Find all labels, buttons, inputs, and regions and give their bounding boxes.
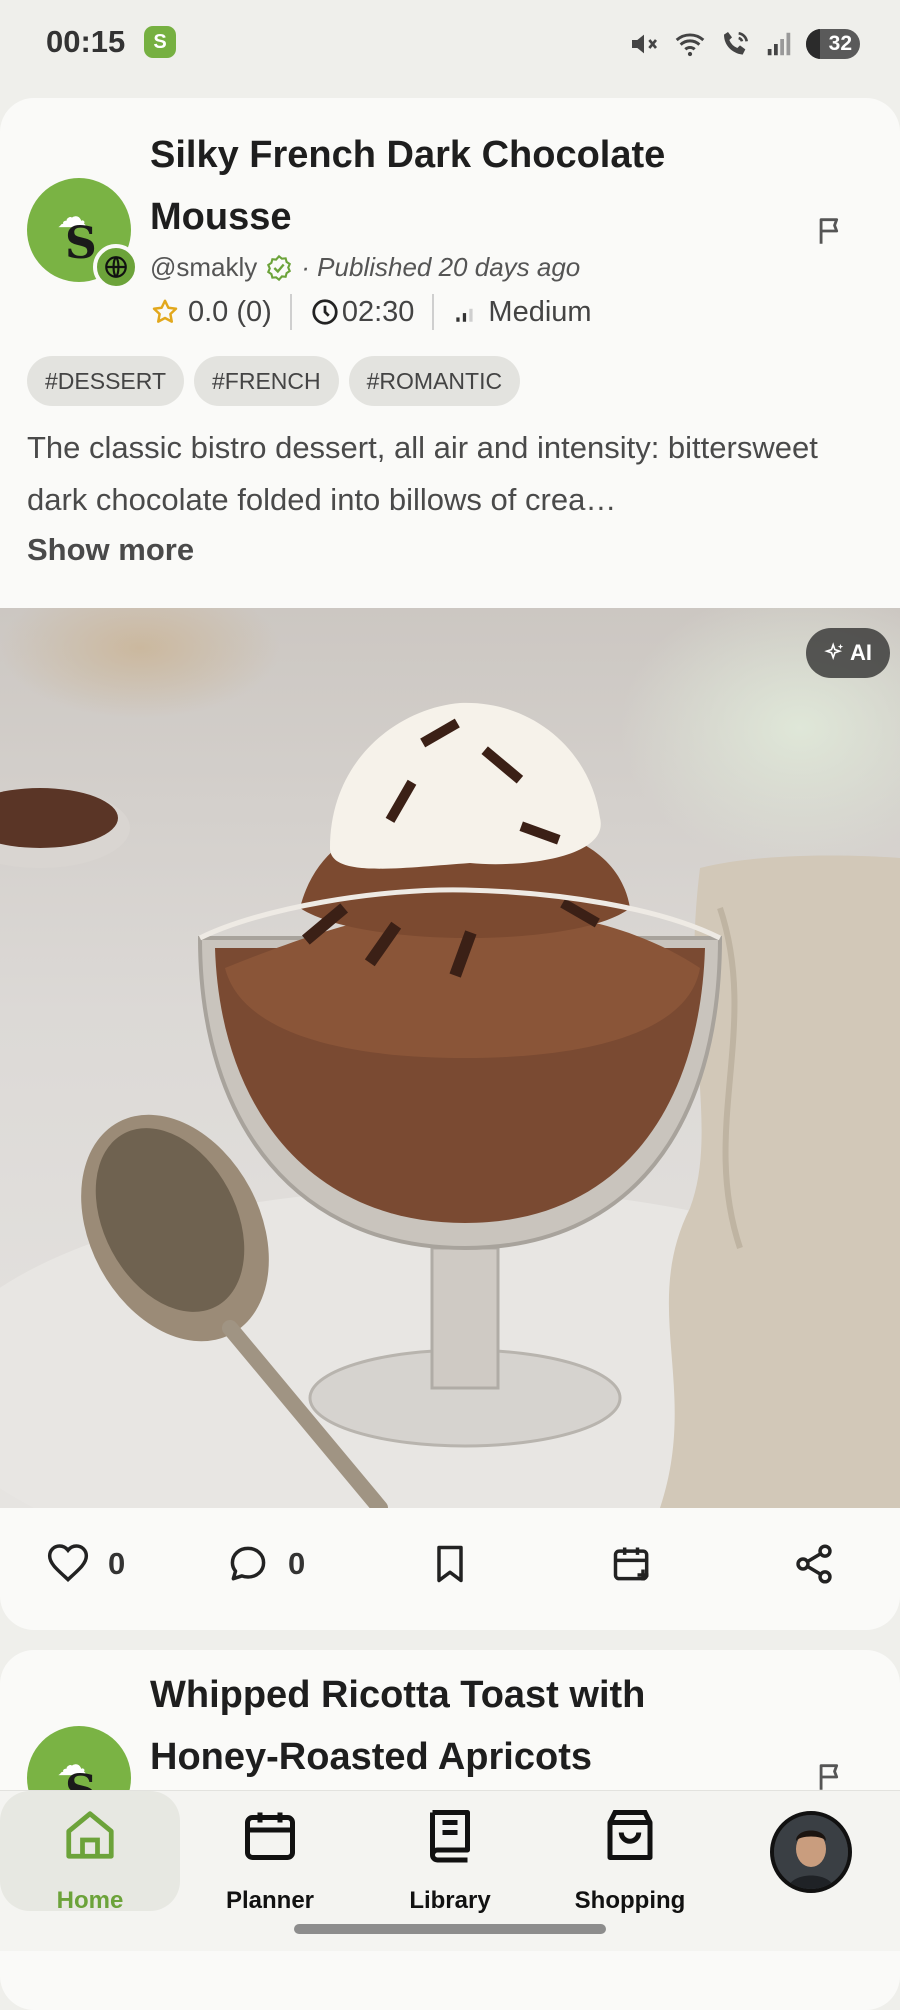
author-handle[interactable]: @smakly (150, 252, 257, 283)
recipe-title[interactable]: Whipped Ricotta Toast with Honey-Roasted… (150, 1664, 750, 1788)
nav-label: Home (56, 1887, 124, 1914)
tag-chip[interactable]: #DESSERT (27, 356, 185, 406)
nav-label: Library (409, 1887, 491, 1914)
tag-chip[interactable]: #FRENCH (194, 356, 339, 406)
like-button[interactable]: 0 (46, 1542, 125, 1586)
author-avatar[interactable]: ☁ S (27, 178, 139, 290)
difficulty-level: Medium (488, 295, 592, 328)
recipe-card[interactable]: ☁ S Silky French Dark Chocolate Mousse @… (0, 98, 900, 1630)
description-text: The classic bistro dessert, all air and … (27, 430, 818, 517)
calendar-add-icon (613, 1547, 649, 1581)
shopping-bag-icon (607, 1810, 653, 1860)
recipe-title[interactable]: Silky French Dark Chocolate Mousse (150, 124, 710, 248)
ai-badge-label: AI (850, 640, 872, 665)
globe-icon (93, 244, 139, 290)
divider (432, 294, 435, 330)
nav-label: Planner (225, 1887, 315, 1914)
ai-badge[interactable]: AI (806, 628, 890, 678)
recipe-description: The classic bistro dessert, all air and … (27, 422, 875, 526)
recipe-photo[interactable]: AI (0, 608, 900, 1508)
mute-icon (632, 34, 658, 54)
status-time: 00:15 (46, 24, 126, 59)
nav-library[interactable]: Library (360, 1791, 540, 1914)
star-icon (152, 299, 178, 323)
home-indicator[interactable] (294, 1924, 606, 1934)
bookmark-icon (437, 1545, 463, 1583)
comment-button[interactable]: 0 (226, 1542, 305, 1586)
recipe-meta: 0.0 (0) 02:30 Medium (150, 294, 592, 330)
like-count: 0 (108, 1546, 126, 1581)
verified-icon (267, 254, 292, 281)
book-icon (430, 1810, 470, 1863)
profile-photo (774, 1815, 848, 1889)
battery-indicator: 32 (806, 29, 860, 59)
comment-icon (230, 1546, 266, 1581)
mousse-illustration (0, 702, 900, 1508)
calendar-icon (245, 1812, 295, 1860)
status-bar: 00:15 S 32 (0, 0, 900, 90)
author-row: @smakly · Published 20 days ago (150, 252, 580, 283)
rating-value: 0.0 (0) (188, 295, 272, 328)
tag-list: #DESSERT #FRENCH #ROMANTIC (27, 356, 521, 406)
share-button[interactable] (792, 1542, 836, 1586)
action-bar: 0 0 (0, 1508, 900, 1628)
clock-icon (312, 299, 338, 325)
tag-chip[interactable]: #ROMANTIC (348, 356, 521, 406)
signal-icon (767, 32, 791, 56)
report-flag-icon[interactable] (814, 214, 848, 248)
published-date: · Published 20 days ago (301, 252, 581, 282)
recipe-title-line2: Mousse (150, 196, 292, 238)
app-notification-icon: S (144, 26, 176, 58)
bookmark-button[interactable] (428, 1542, 472, 1586)
heart-icon (47, 1544, 89, 1582)
nav-shopping[interactable]: Shopping (540, 1791, 720, 1914)
wifi-calling-icon (724, 32, 748, 55)
nav-home[interactable]: Home (0, 1791, 180, 1914)
recipe-title-line1: Whipped Ricotta Toast with (150, 1674, 646, 1716)
recipe-title-line2: Honey-Roasted Apricots (150, 1736, 592, 1778)
difficulty-icon (456, 308, 473, 322)
sparkle-icon (824, 642, 844, 661)
home-icon (66, 1811, 114, 1859)
avatar-letter: S (65, 218, 97, 269)
report-flag-icon[interactable] (814, 1760, 848, 1794)
nav-planner[interactable]: Planner (180, 1791, 360, 1914)
status-icons: 32 (628, 24, 860, 64)
share-icon (796, 1544, 832, 1584)
comment-count: 0 (288, 1546, 306, 1581)
add-to-planner-button[interactable] (610, 1542, 654, 1586)
wifi-icon (675, 33, 705, 57)
nav-label: Shopping (574, 1887, 686, 1914)
profile-avatar[interactable] (770, 1811, 852, 1893)
cook-time: 02:30 (341, 295, 415, 328)
divider (289, 294, 292, 330)
show-more-button[interactable]: Show more (27, 532, 194, 568)
recipe-title-line1: Silky French Dark Chocolate (150, 134, 666, 176)
